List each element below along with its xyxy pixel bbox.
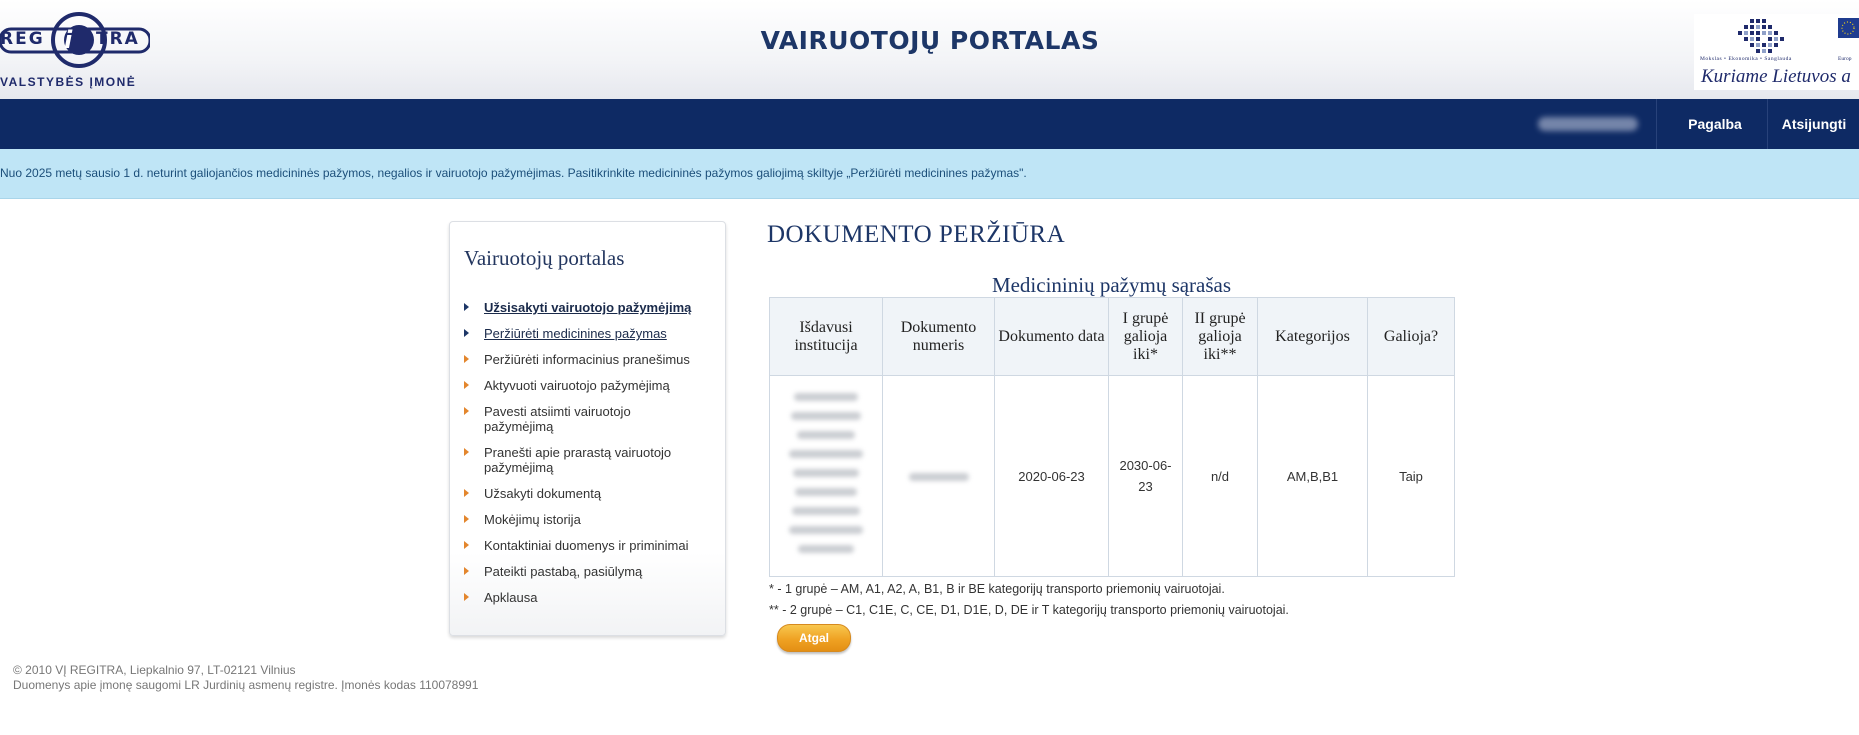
sidebar-item-medical-certificates[interactable]: Peržiūrėti medicinines pažymas — [450, 326, 699, 341]
page-title: DOKUMENTO PERŽIŪRA — [767, 221, 1066, 248]
arrow-right-icon — [464, 593, 469, 601]
eu-flag-icon — [1838, 18, 1859, 38]
sidebar-item-activate-license[interactable]: Aktyvuoti vairuotojo pažymėjimą — [450, 378, 699, 393]
sidebar-item-label: Peržiūrėti medicinines pažymas — [484, 326, 667, 341]
sidebar-item-order-license[interactable]: Užsisakyti vairuotojo pažymėjimą — [450, 300, 699, 315]
logo-text-left: REG — [0, 29, 45, 49]
sidebar-item-payment-history[interactable]: Mokėjimų istorija — [450, 512, 699, 527]
sidebar-item-survey[interactable]: Apklausa — [450, 590, 699, 605]
sidebar-item-label: Užsisakyti vairuotojo pažymėjimą — [484, 300, 692, 315]
sidebar: Vairuotojų portalas Užsisakyti vairuotoj… — [449, 221, 726, 636]
nav-divider — [1656, 99, 1657, 149]
column-header-categories: Kategorijos — [1257, 297, 1368, 376]
eu-small-text: Mokslas • Ekonomika • Sanglauda — [1700, 56, 1792, 62]
help-link[interactable]: Pagalba — [1675, 99, 1755, 149]
info-notice-banner: Nuo 2025 metų sausio 1 d. neturint galio… — [0, 149, 1859, 199]
arrow-right-icon — [464, 489, 469, 497]
arrow-right-icon — [464, 541, 469, 549]
cell-document-date: 2020-06-23 — [994, 375, 1109, 577]
sidebar-item-contact-data[interactable]: Kontaktiniai duomenys ir priminimai — [450, 538, 699, 553]
logo-text-i: i — [64, 26, 75, 54]
logo-subtitle: VALSTYBĖS ĮMONĖ — [0, 75, 137, 89]
column-header-group1-valid: I grupė galioja iki* — [1108, 297, 1183, 376]
sidebar-item-label: Mokėjimų istorija — [484, 512, 581, 527]
sidebar-item-label: Apklausa — [484, 590, 538, 605]
arrow-right-icon — [464, 448, 469, 456]
sidebar-item-info-messages[interactable]: Peržiūrėti informacinius pranešimus — [450, 352, 699, 367]
sidebar-item-label: Užsakyti dokumentą — [484, 486, 602, 501]
column-header-document-date: Dokumento data — [994, 297, 1109, 376]
sidebar-title: Vairuotojų portalas — [464, 246, 625, 270]
column-header-institution: Išdavusi institucija — [769, 297, 883, 376]
arrow-right-icon — [464, 381, 469, 389]
column-header-group2-valid: II grupė galioja iki** — [1182, 297, 1258, 376]
footer-registry-info: Duomenys apie įmonę saugomi LR Jurdinių … — [13, 678, 479, 692]
site-title: VAIRUOTOJŲ PORTALAS — [760, 26, 1100, 55]
eu-motto: Kuriame Lietuvos a — [1701, 66, 1851, 87]
column-header-document-number: Dokumento numeris — [882, 297, 995, 376]
sidebar-item-label: Pranešti apie prarastą vairuotojo pažymė… — [484, 445, 672, 475]
back-button[interactable]: Atgal — [777, 624, 851, 652]
regitra-logo-text: REG i TRA — [0, 12, 150, 68]
sidebar-item-order-document[interactable]: Užsakyti dokumentą — [450, 486, 699, 501]
footnote-group1: * - 1 grupė – AM, A1, A2, A, B1, B ir BE… — [769, 582, 1225, 596]
arrow-right-icon — [464, 303, 469, 311]
logo-text-right: TRA — [96, 29, 140, 49]
arrow-right-icon — [464, 407, 469, 415]
page-header: REG i TRA VALSTYBĖS ĮMONĖ VAIRUOTOJŲ POR… — [0, 0, 1859, 99]
footnote-group2: ** - 2 grupė – C1, C1E, C, CE, D1, D1E, … — [769, 603, 1289, 617]
sidebar-item-report-lost[interactable]: Pranešti apie prarastą vairuotojo pažymė… — [450, 445, 699, 475]
cell-group2-valid: n/d — [1182, 375, 1258, 577]
sidebar-item-label: Peržiūrėti informacinius pranešimus — [484, 352, 690, 367]
cell-document-number-redacted — [882, 375, 995, 577]
cell-categories: AM,B,B1 — [1257, 375, 1368, 577]
column-header-valid: Galioja? — [1367, 297, 1455, 376]
info-notice-text: Nuo 2025 metų sausio 1 d. neturint galio… — [0, 166, 1027, 180]
arrow-right-icon — [464, 567, 469, 575]
arrow-right-icon — [464, 329, 469, 337]
page-footer: © 2010 VĮ REGITRA, Liepkalnio 97, LT-021… — [13, 663, 478, 693]
user-name-redacted[interactable] — [1538, 117, 1638, 131]
sidebar-item-label: Aktyvuoti vairuotojo pažymėjimą — [484, 378, 670, 393]
sidebar-item-label: Pateikti pastabą, pasiūlymą — [484, 564, 643, 579]
table-header-row: Išdavusi institucija Dokumento numeris D… — [769, 297, 1455, 376]
regitra-logo[interactable]: REG i TRA VALSTYBĖS ĮMONĖ — [0, 12, 150, 92]
top-navbar: Pagalba Atsijungti — [0, 99, 1859, 149]
arrow-right-icon — [464, 355, 469, 363]
medical-certificates-table: Išdavusi institucija Dokumento numeris D… — [769, 297, 1455, 577]
sidebar-menu: Užsisakyti vairuotojo pažymėjimą Peržiūr… — [450, 300, 725, 616]
table-row: 2020-06-23 2030-06-23 n/d AM,B,B1 Taip — [769, 375, 1455, 577]
eu-small-text-2: Europ — [1838, 56, 1852, 62]
eu-mosaic-icon — [1738, 19, 1784, 53]
footer-copyright: © 2010 VĮ REGITRA, Liepkalnio 97, LT-021… — [13, 663, 296, 677]
cell-group1-valid: 2030-06-23 — [1108, 375, 1183, 577]
logout-link[interactable]: Atsijungti — [1767, 99, 1859, 149]
sidebar-item-delegate-pickup[interactable]: Pavesti atsiimti vairuotojo pažymėjimą — [450, 404, 699, 434]
eu-funding-banner: Mokslas • Ekonomika • Sanglauda Europ Ku… — [1694, 14, 1859, 90]
cell-institution-redacted — [769, 375, 883, 577]
sidebar-item-label: Kontaktiniai duomenys ir priminimai — [484, 538, 689, 553]
table-caption: Medicininių pažymų sąrašas — [991, 273, 1232, 297]
arrow-right-icon — [464, 515, 469, 523]
cell-valid: Taip — [1367, 375, 1455, 577]
sidebar-item-feedback[interactable]: Pateikti pastabą, pasiūlymą — [450, 564, 699, 579]
sidebar-item-label: Pavesti atsiimti vairuotojo pažymėjimą — [484, 404, 631, 434]
